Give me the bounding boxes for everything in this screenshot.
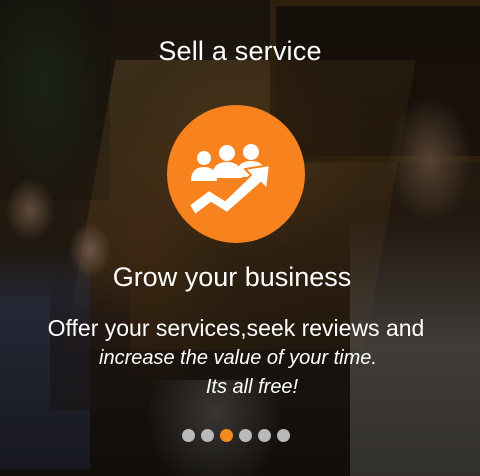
pagination-dot-2[interactable]	[201, 429, 214, 442]
pagination-dot-1[interactable]	[182, 429, 195, 442]
pagination-dot-3[interactable]	[220, 429, 233, 442]
carousel-slide: Sell a service Grow your business Offer …	[0, 0, 480, 476]
pagination-dot-5[interactable]	[258, 429, 271, 442]
slide-headline: Grow your business	[112, 262, 352, 292]
business-growth-icon	[167, 105, 305, 243]
slide-title: Sell a service	[158, 36, 322, 66]
slide-description-line-3: Its all free!	[205, 376, 299, 398]
slide-description-line-2: increase the value of your time.	[99, 347, 377, 369]
carousel-pagination	[182, 429, 290, 442]
pagination-dot-6[interactable]	[277, 429, 290, 442]
pagination-dot-4[interactable]	[239, 429, 252, 442]
slide-description-line-1: Offer your services,seek reviews and	[47, 315, 425, 341]
